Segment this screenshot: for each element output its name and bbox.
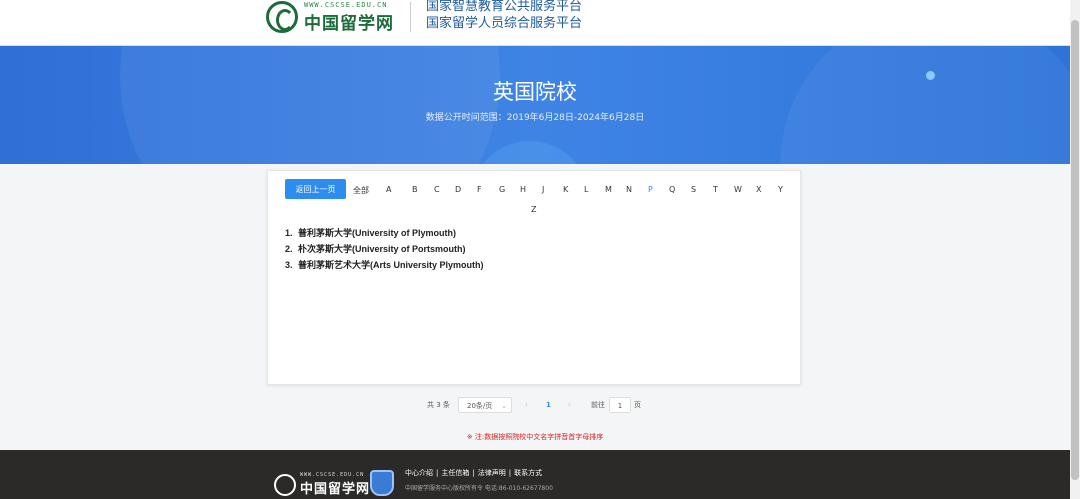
letter-filter-q[interactable]: Q: [669, 185, 675, 194]
university-name-link[interactable]: 普利茅斯大学(University of Plymouth): [298, 228, 456, 238]
footer-link[interactable]: 主任信箱: [441, 469, 469, 477]
goto-page-input[interactable]: 1: [609, 397, 631, 413]
footer-links: 中心介绍 | 主任信箱 | 法律声明 | 联系方式: [405, 468, 545, 478]
letter-filter-f[interactable]: F: [477, 185, 482, 194]
university-name-link[interactable]: 朴次茅斯大学(University of Portsmouth): [298, 244, 466, 254]
letter-filter-all[interactable]: 全部: [353, 185, 369, 196]
page-size-select[interactable]: 20条/页 ⌄: [458, 397, 512, 413]
university-name-link[interactable]: 普利茅斯艺术大学(Arts University Plymouth): [298, 260, 484, 270]
footer-link-separator: |: [508, 469, 512, 477]
letter-filter-z[interactable]: Z: [531, 205, 536, 214]
sort-note: ※ 注:数据按照院校中文名字拼音首字母排序: [466, 433, 604, 441]
letter-filter-y[interactable]: Y: [778, 185, 783, 194]
footer-logo[interactable]: WWW.CSCSE.EDU.CN 中国留学网: [274, 472, 370, 497]
banner-decoration: [470, 141, 590, 164]
list-item-number: 2.: [285, 244, 293, 254]
university-list: 1. 普利茅斯大学(University of Plymouth) 2. 朴次茅斯大学…: [285, 225, 484, 273]
platform-line-2[interactable]: 国家留学人员综合服务平台: [426, 14, 582, 31]
list-item-number: 3.: [285, 260, 293, 270]
letter-filter-a[interactable]: A: [386, 185, 391, 194]
site-header: WWW.CSCSE.EDU.CN 中国留学网 国家智慧教育公共服务平台 国家留学…: [0, 0, 1070, 46]
page-title: 英国院校: [493, 81, 577, 104]
back-button[interactable]: 返回上一页: [285, 179, 346, 199]
header-divider: [410, 2, 411, 32]
footer-logo-icon: [274, 473, 296, 496]
footer-copyright: 中国留学服务中心版权所有令 电话:86-010-62677800: [405, 485, 553, 492]
letter-filter-l[interactable]: L: [584, 185, 588, 194]
letter-filter-t[interactable]: T: [713, 185, 718, 194]
total-count: 共 3 条: [427, 401, 450, 409]
page-number-current[interactable]: 1: [546, 397, 551, 413]
footer-link-separator: |: [472, 469, 475, 477]
university-list-item[interactable]: 2. 朴次茅斯大学(University of Portsmouth): [285, 241, 484, 257]
scrollbar-thumb[interactable]: [1071, 20, 1079, 480]
page-size-value: 20条/页: [467, 402, 493, 410]
data-range-subtitle: 数据公开时间范围：2019年6月28日-2024年6月28日: [425, 113, 645, 123]
letter-filter-x[interactable]: X: [756, 185, 761, 194]
university-list-item[interactable]: 1. 普利茅斯大学(University of Plymouth): [285, 225, 484, 241]
logo-mark-icon: [266, 1, 298, 33]
platform-line-1[interactable]: 国家智慧教育公共服务平台: [426, 0, 582, 14]
logo-name: 中国留学网: [304, 13, 394, 34]
next-page-button[interactable]: ›: [568, 397, 571, 413]
letter-filter-m[interactable]: M: [605, 185, 612, 194]
government-badge-icon[interactable]: [370, 470, 394, 496]
site-footer: WWW.CSCSE.EDU.CN 中国留学网 中心介绍 | 主任信箱 | 法律声明 | 联系…: [0, 450, 1070, 499]
footer-link[interactable]: 中心介绍: [405, 469, 433, 477]
site-logo[interactable]: WWW.CSCSE.EDU.CN 中国留学网: [266, 0, 394, 34]
letter-filter-b[interactable]: B: [412, 185, 418, 194]
letter-filter-s[interactable]: S: [691, 185, 696, 194]
letter-filter-k[interactable]: K: [563, 185, 568, 194]
letter-filter-h[interactable]: H: [520, 185, 526, 194]
university-card: 返回上一页 全部 A B C D F G H J K L M N P Q S T W X Y Z 1. 普利茅斯大学(Un…: [267, 170, 801, 385]
footer-link[interactable]: 联系方式: [514, 469, 542, 477]
goto-label: 前往: [591, 401, 605, 409]
chevron-down-icon: ⌄: [501, 402, 507, 410]
footer-link[interactable]: 法律声明: [478, 469, 506, 477]
page-banner: 英国院校 数据公开时间范围：2019年6月28日-2024年6月28日: [0, 46, 1070, 164]
letter-filter-g[interactable]: G: [499, 185, 505, 194]
list-item-number: 1.: [285, 228, 293, 238]
letter-filter-n[interactable]: N: [626, 185, 632, 194]
footer-logo-name: 中国留学网: [300, 482, 371, 497]
university-list-item[interactable]: 3. 普利茅斯艺术大学(Arts University Plymouth): [285, 257, 484, 273]
letter-filter-w[interactable]: W: [734, 185, 742, 194]
logo-url: WWW.CSCSE.EDU.CN: [304, 0, 388, 9]
page-scrollbar[interactable]: [1070, 0, 1080, 499]
letter-filter-j[interactable]: J: [542, 185, 544, 194]
page-unit-label: 页: [634, 401, 641, 409]
letter-filter-p[interactable]: P: [648, 185, 653, 194]
letter-filter-d[interactable]: D: [455, 185, 461, 194]
letter-filter-c[interactable]: C: [434, 185, 440, 194]
footer-link-separator: |: [436, 469, 439, 477]
platform-names: 国家智慧教育公共服务平台 国家留学人员综合服务平台: [426, 0, 582, 31]
pagination: 共 3 条 20条/页 ⌄ ‹ 1 › 前往 1 页: [0, 397, 1070, 413]
prev-page-button[interactable]: ‹: [525, 397, 528, 413]
